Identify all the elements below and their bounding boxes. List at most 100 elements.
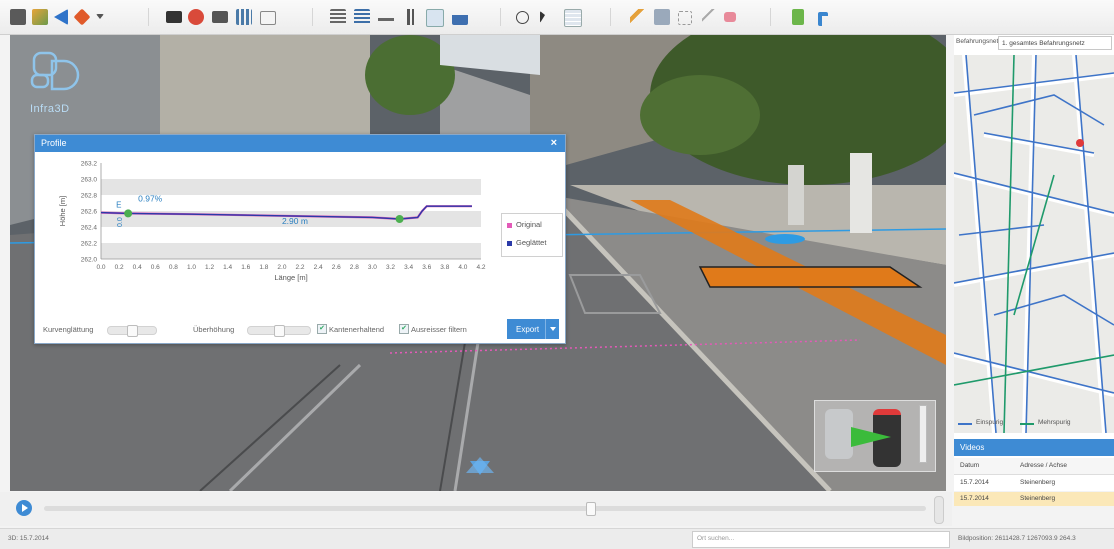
- marker-e-label: E: [116, 200, 121, 209]
- row-address: Steinenberg: [1020, 495, 1056, 502]
- zoom-slider[interactable]: [919, 405, 927, 463]
- x-tick-label: 2.2: [296, 264, 305, 271]
- x-tick-label: 2.6: [332, 264, 341, 271]
- compass-icon[interactable]: [73, 8, 91, 26]
- ruler-icon[interactable]: [330, 9, 346, 25]
- chart-legend: Original Geglättet: [501, 213, 563, 257]
- export-arrow-icon[interactable]: [818, 12, 828, 26]
- height-icon[interactable]: [402, 9, 418, 25]
- dialog-title: Profile: [41, 138, 67, 148]
- timeline-scrollbar[interactable]: [934, 496, 944, 524]
- exaggeration-label: Überhöhung: [193, 325, 235, 334]
- y-tick-label: 262.6: [81, 209, 98, 216]
- pencil-icon[interactable]: [630, 9, 646, 25]
- export-button-label: Export: [516, 325, 540, 334]
- exaggeration-slider[interactable]: [247, 325, 311, 337]
- legend-item-smoothed: Geglättet: [507, 238, 546, 250]
- smoothing-slider-knob[interactable]: [127, 325, 138, 337]
- ruler-grid-icon[interactable]: [354, 9, 370, 25]
- location-search-input[interactable]: Ort suchen...: [692, 531, 950, 548]
- timeline-track[interactable]: [44, 506, 926, 511]
- info-icon[interactable]: [516, 11, 529, 24]
- y-tick-label: 263.0: [81, 177, 98, 184]
- legend-swatch-original: [507, 222, 512, 228]
- overview-map[interactable]: [954, 55, 1114, 433]
- filter-outliers-label: Ausreisser filtern: [411, 325, 467, 334]
- filter-outliers-checkbox[interactable]: ✔: [399, 324, 409, 334]
- x-tick-label: 1.6: [241, 264, 250, 271]
- x-tick-label: 1.2: [205, 264, 214, 271]
- street-map: [954, 55, 1114, 433]
- row-date: 15.7.2014: [960, 479, 989, 486]
- street-view-viewport[interactable]: Infra3D Profile × 262.0 262.2 262.4 262.6 26…: [10, 35, 946, 491]
- eraser-icon[interactable]: [724, 12, 736, 22]
- y-tick-label: 262.2: [81, 241, 98, 248]
- profile-chart-icon[interactable]: [426, 9, 444, 27]
- edge-preserving-label: Kantenerhaltend: [329, 325, 385, 334]
- ruler-flat-icon[interactable]: [378, 9, 394, 25]
- y-tick-label: 262.4: [81, 225, 98, 232]
- search-placeholder: Ort suchen...: [697, 535, 735, 542]
- cross-section-icon[interactable]: [452, 9, 468, 25]
- marker-icon[interactable]: [188, 9, 204, 25]
- smoothing-label: Kurvenglättung: [43, 325, 94, 334]
- dropdown-caret-icon[interactable]: [96, 14, 104, 19]
- network-select[interactable]: 1. gesamtes Befahrungsnetz: [998, 36, 1112, 50]
- table-row[interactable]: 15.7.2014 Steinenberg: [954, 476, 1114, 490]
- status-mode: 3D: 15.7.2014: [8, 535, 49, 542]
- legend-label-smoothed: Geglättet: [516, 238, 547, 247]
- legend-label-original: Original: [516, 220, 542, 229]
- x-tick-label: 0.4: [133, 264, 142, 271]
- terrain-icon[interactable]: [32, 9, 48, 25]
- camera-icon[interactable]: [166, 11, 182, 23]
- row-address: Steinenberg: [1020, 479, 1056, 486]
- legend-swatch-smoothed: [507, 240, 512, 246]
- x-tick-label: 3.2: [386, 264, 395, 271]
- videos-header: Videos: [954, 439, 1114, 456]
- export-button[interactable]: Export: [507, 319, 559, 339]
- map-legend: Einspurig Mehrspurig: [954, 415, 1114, 433]
- polyline-icon[interactable]: [678, 11, 692, 25]
- legend-line-blue: [958, 423, 972, 425]
- navigation-widget[interactable]: [814, 400, 936, 472]
- layers-icon[interactable]: [10, 9, 26, 25]
- edge-preserving-checkbox[interactable]: ✔: [317, 324, 327, 334]
- brush-icon[interactable]: [702, 9, 718, 25]
- camera-pair-icon[interactable]: [212, 11, 228, 23]
- x-tick-label: 0.8: [169, 264, 178, 271]
- x-tick-label: 4.0: [458, 264, 467, 271]
- back-arrow-icon[interactable]: [54, 9, 68, 25]
- status-bar: 3D: 15.7.2014 Ort suchen... Bildposition…: [0, 528, 1114, 549]
- car-front-icon[interactable]: [825, 409, 853, 459]
- dialog-header: Profile ×: [35, 135, 565, 152]
- direction-arrow-icon[interactable]: [851, 427, 891, 447]
- export-divider: [545, 319, 546, 339]
- chevron-down-icon[interactable]: [550, 327, 556, 331]
- timeline-handle[interactable]: [586, 502, 596, 516]
- book-icon[interactable]: [260, 11, 276, 25]
- profile-chart: 262.0 262.2 262.4 262.6 262.8 263.0 263.2 0.0 0.…: [58, 161, 486, 283]
- y-tick-label: 262.8: [81, 193, 98, 200]
- x-tick-label: 3.4: [404, 264, 413, 271]
- slope-label: 0.97%: [138, 193, 163, 203]
- exaggeration-slider-knob[interactable]: [274, 325, 285, 337]
- table-icon[interactable]: [564, 9, 582, 27]
- smoothing-slider[interactable]: [107, 325, 157, 337]
- video-timeline: [0, 492, 952, 526]
- column-address: Adresse / Achse: [1020, 462, 1067, 469]
- x-tick-label: 4.2: [476, 264, 485, 271]
- legend-single-lane: Einspurig: [976, 419, 1004, 426]
- column-date: Datum: [960, 462, 980, 469]
- table-row-selected[interactable]: 15.7.2014 Steinenberg: [954, 492, 1114, 506]
- play-button[interactable]: [16, 500, 32, 516]
- document-icon[interactable]: [792, 9, 804, 25]
- grid-icon[interactable]: [236, 9, 252, 25]
- x-tick-label: 0.0: [96, 264, 105, 271]
- infra3d-logo: Infra3D: [30, 45, 80, 115]
- cursor-icon[interactable]: [540, 11, 545, 23]
- close-icon[interactable]: ×: [551, 137, 557, 149]
- save-icon[interactable]: [654, 9, 670, 25]
- x-tick-label: 2.0: [277, 264, 286, 271]
- image-position: Bildposition: 2611428.7 1267093.9 264.3: [958, 535, 1076, 542]
- marker-zero-label: 0.0: [117, 217, 124, 227]
